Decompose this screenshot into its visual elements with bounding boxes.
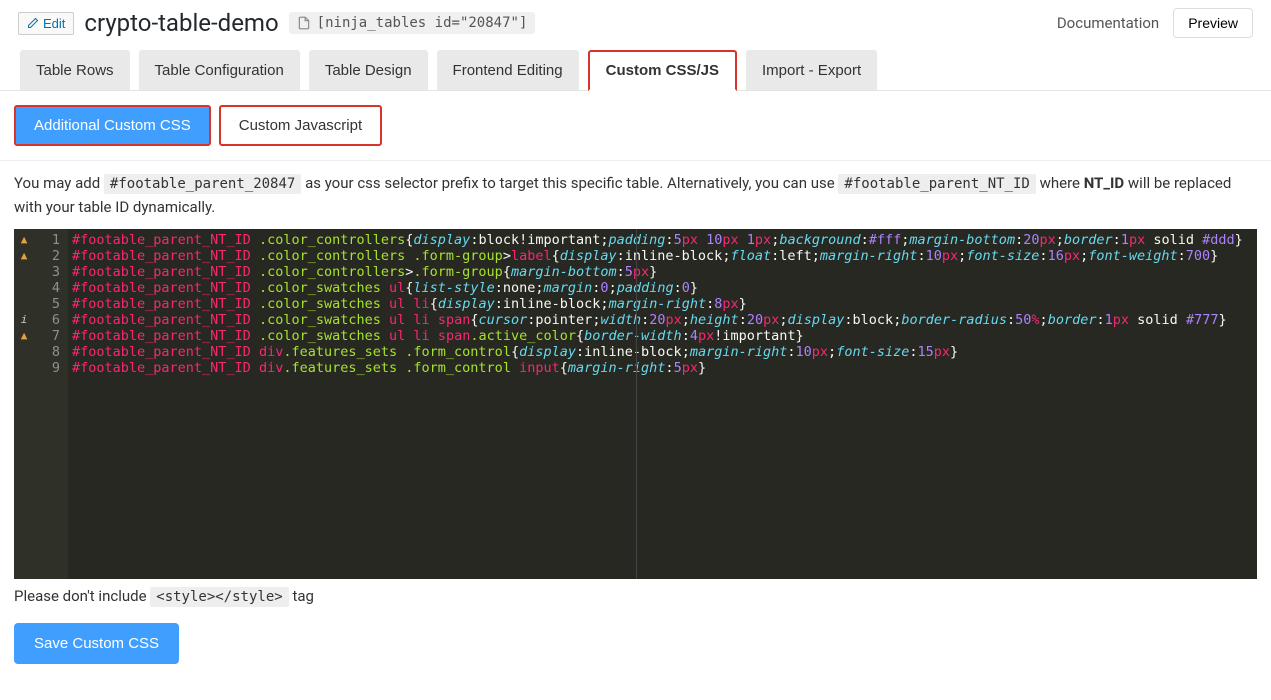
tab-table-rows[interactable]: Table Rows (20, 50, 130, 90)
document-icon (297, 16, 311, 30)
edit-button[interactable]: Edit (18, 12, 74, 35)
warning-icon: ▲ (18, 248, 30, 264)
code-line[interactable]: #footable_parent_NT_ID .color_controller… (72, 264, 1253, 280)
code-line[interactable]: #footable_parent_NT_ID .color_swatches u… (72, 280, 1253, 296)
documentation-link[interactable]: Documentation (1057, 14, 1159, 32)
code-line[interactable]: #footable_parent_NT_ID div.features_sets… (72, 344, 1253, 360)
main-tabs: Table RowsTable ConfigurationTable Desig… (0, 50, 1271, 91)
tab-table-configuration[interactable]: Table Configuration (139, 50, 300, 90)
line-number: 4 (52, 280, 60, 296)
tab-custom-css-js[interactable]: Custom CSS/JS (588, 50, 737, 91)
note-prefix: Please don't include (14, 587, 150, 605)
code-line[interactable]: #footable_parent_NT_ID .color_swatches u… (72, 312, 1253, 328)
info-text: You may add #footable_parent_20847 as yo… (14, 171, 1257, 219)
note-suffix: tag (292, 587, 314, 605)
preview-button[interactable]: Preview (1173, 8, 1253, 38)
editor-gutter: ▲ 1 ▲ 2345 i 6 ▲ 789 (14, 229, 68, 579)
line-number: 9 (52, 360, 60, 376)
content-area: You may add #footable_parent_20847 as yo… (0, 161, 1271, 688)
info-icon: i (18, 312, 30, 328)
info-suffix-1: where (1040, 174, 1084, 192)
code-line[interactable]: #footable_parent_NT_ID div.features_sets… (72, 360, 1253, 376)
line-number: 1 (52, 232, 60, 248)
info-bold: NT_ID (1084, 174, 1124, 192)
header-actions: Documentation Preview (1057, 8, 1253, 38)
note-text: Please don't include <style></style> tag (14, 579, 1257, 623)
editor-ruler (636, 229, 637, 579)
info-selector-1: #footable_parent_20847 (104, 174, 301, 194)
shortcode-badge[interactable]: [ninja_tables id="20847"] (289, 12, 536, 34)
warning-icon: ▲ (18, 232, 30, 248)
code-line[interactable]: #footable_parent_NT_ID .color_controller… (72, 248, 1253, 264)
tab-import-export[interactable]: Import - Export (746, 50, 877, 90)
line-number: 8 (52, 344, 60, 360)
info-selector-2: #footable_parent_NT_ID (838, 174, 1035, 194)
info-prefix: You may add (14, 174, 104, 192)
note-code: <style></style> (150, 587, 288, 607)
line-number: 2 (52, 248, 60, 264)
editor-code[interactable]: #footable_parent_NT_ID .color_controller… (68, 229, 1257, 379)
subtab-additional-custom-css[interactable]: Additional Custom CSS (14, 105, 211, 146)
line-number: 3 (52, 264, 60, 280)
line-number: 7 (52, 328, 60, 344)
pencil-icon (27, 17, 39, 29)
sub-tabs: Additional Custom CSSCustom Javascript (0, 91, 1271, 161)
code-line[interactable]: #footable_parent_NT_ID .color_swatches u… (72, 296, 1253, 312)
tab-table-design[interactable]: Table Design (309, 50, 428, 90)
subtab-custom-javascript[interactable]: Custom Javascript (219, 105, 382, 146)
shortcode-text: [ninja_tables id="20847"] (317, 15, 528, 31)
edit-label: Edit (43, 16, 65, 31)
warning-icon: ▲ (18, 328, 30, 344)
line-number: 5 (52, 296, 60, 312)
page-title: crypto-table-demo (84, 9, 278, 37)
code-line[interactable]: #footable_parent_NT_ID .color_swatches u… (72, 328, 1253, 344)
line-number: 6 (52, 312, 60, 328)
code-line[interactable]: #footable_parent_NT_ID .color_controller… (72, 232, 1253, 248)
save-button[interactable]: Save Custom CSS (14, 623, 179, 664)
tab-frontend-editing[interactable]: Frontend Editing (437, 50, 579, 90)
info-mid: as your css selector prefix to target th… (305, 174, 838, 192)
css-editor[interactable]: ▲ 1 ▲ 2345 i 6 ▲ 789 #footable_parent_NT_ID .co… (14, 229, 1257, 579)
header-bar: Edit crypto-table-demo [ninja_tables id=… (0, 0, 1271, 50)
